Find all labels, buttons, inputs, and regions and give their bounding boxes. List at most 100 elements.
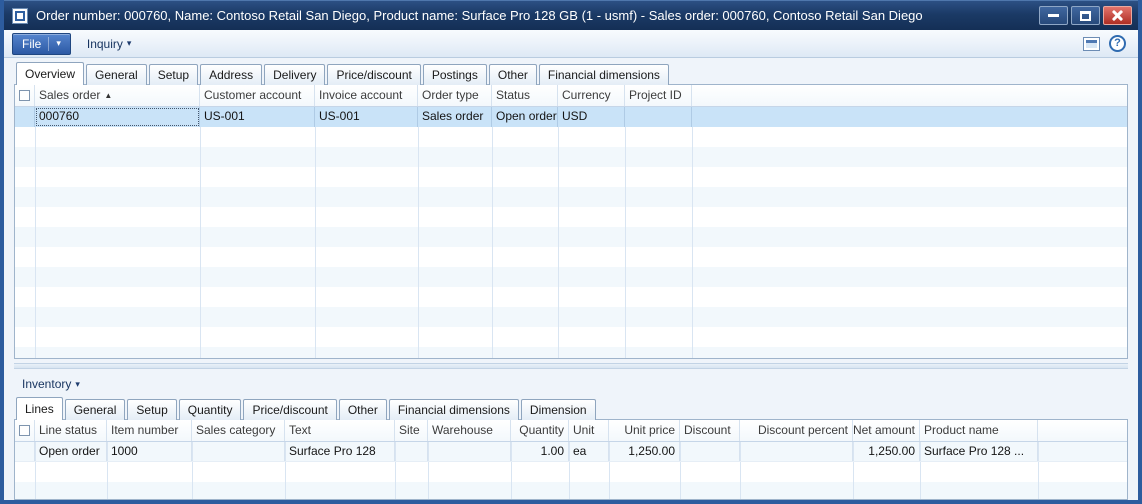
column-header-unit[interactable]: Unit: [569, 420, 609, 441]
cell-sales-category[interactable]: [192, 442, 285, 461]
close-button[interactable]: [1103, 6, 1132, 25]
tab-delivery[interactable]: Delivery: [264, 64, 326, 85]
cell-site[interactable]: [395, 442, 428, 461]
cell-line-status[interactable]: Open order: [35, 442, 107, 461]
tab-price-discount[interactable]: Price/discount: [327, 64, 421, 85]
sales-orders-grid-header: Sales order ▲ Customer account Invoice a…: [15, 85, 1127, 107]
tab-postings[interactable]: Postings: [422, 64, 487, 85]
column-header-unit-price[interactable]: Unit price: [609, 420, 680, 441]
menu-bar: File ▾ Inquiry ▾ ?: [4, 30, 1138, 58]
file-menu-button[interactable]: File ▾: [12, 32, 71, 55]
tab-financial-dimensions[interactable]: Financial dimensions: [538, 64, 669, 85]
help-icon[interactable]: ?: [1109, 35, 1126, 52]
lines-toolbar: Inventory ▾: [14, 376, 1128, 392]
tab-lines-general[interactable]: General: [64, 399, 126, 420]
cell-discount[interactable]: [680, 442, 740, 461]
tab-setup[interactable]: Setup: [148, 64, 199, 85]
tab-lines-dimension[interactable]: Dimension: [520, 399, 596, 420]
lines-tab-strip: Lines General Setup Quantity Price/disco…: [14, 397, 1128, 420]
cell-status[interactable]: Open order: [492, 107, 558, 127]
cell-item-number[interactable]: 1000: [107, 442, 192, 461]
inventory-menu-label: Inventory: [22, 377, 72, 391]
column-header-sales-category[interactable]: Sales category: [192, 420, 285, 441]
order-line-row[interactable]: Open order 1000 Surface Pro 128 1.00 ea …: [15, 442, 1127, 462]
column-header-discount[interactable]: Discount: [680, 420, 740, 441]
select-all-cell: [15, 420, 35, 441]
column-header-item-number[interactable]: Item number: [107, 420, 192, 441]
pane-splitter[interactable]: [14, 363, 1128, 369]
cell-project-id[interactable]: [625, 107, 692, 127]
select-all-checkbox[interactable]: [19, 425, 30, 436]
form-content: Overview General Setup Address Delivery …: [4, 58, 1138, 500]
tab-lines[interactable]: Lines: [16, 397, 63, 420]
app-window: Order number: 000760, Name: Contoso Reta…: [0, 0, 1142, 504]
tab-general[interactable]: General: [86, 64, 147, 85]
order-lines-grid-header: Line status Item number Sales category T…: [15, 420, 1127, 442]
column-header-project-id[interactable]: Project ID: [625, 85, 692, 106]
inquiry-menu-button[interactable]: Inquiry ▾: [87, 37, 132, 51]
cell-warehouse[interactable]: [428, 442, 511, 461]
cell-text[interactable]: Surface Pro 128: [285, 442, 395, 461]
window-title: Order number: 000760, Name: Contoso Reta…: [36, 8, 923, 23]
maximize-button[interactable]: [1071, 6, 1100, 25]
column-header-net-amount[interactable]: Net amount: [853, 420, 920, 441]
column-header-text[interactable]: Text: [285, 420, 395, 441]
inquiry-menu-label: Inquiry: [86, 36, 123, 51]
maximize-icon: [1080, 10, 1091, 21]
select-all-checkbox[interactable]: [19, 90, 30, 101]
column-header-filler: [1038, 420, 1127, 441]
file-menu-label: File: [22, 36, 42, 51]
column-header-line-status[interactable]: Line status: [35, 420, 107, 441]
column-header-invoice-account[interactable]: Invoice account: [315, 85, 418, 106]
cell-unit[interactable]: ea: [569, 442, 609, 461]
cell-unit-price[interactable]: 1,250.00: [609, 442, 680, 461]
layout-icon[interactable]: [1083, 36, 1100, 51]
column-header-warehouse[interactable]: Warehouse: [428, 420, 511, 441]
select-all-cell: [15, 85, 35, 106]
cell-discount-percent[interactable]: [740, 442, 853, 461]
row-select-cell[interactable]: [15, 107, 35, 127]
column-header-order-type[interactable]: Order type: [418, 85, 492, 106]
column-header-product-name[interactable]: Product name: [920, 420, 1038, 441]
cell-sales-order[interactable]: 000760: [35, 107, 200, 127]
minimize-icon: [1048, 14, 1059, 17]
tab-lines-price-discount[interactable]: Price/discount: [243, 399, 337, 420]
cell-product-name[interactable]: Surface Pro 128 ...: [920, 442, 1038, 461]
tab-lines-other[interactable]: Other: [338, 399, 387, 420]
column-header-site[interactable]: Site: [395, 420, 428, 441]
column-header-label: Sales order: [39, 88, 101, 102]
tab-lines-quantity[interactable]: Quantity: [178, 399, 242, 420]
column-header-discount-percent[interactable]: Discount percent: [740, 420, 853, 441]
order-lines-grid-body: Open order 1000 Surface Pro 128 1.00 ea …: [15, 442, 1127, 499]
close-icon: [1111, 10, 1124, 21]
row-select-cell[interactable]: [15, 442, 35, 461]
column-header-customer-account[interactable]: Customer account: [200, 85, 315, 106]
cell-quantity[interactable]: 1.00: [511, 442, 569, 461]
menubar-right-icons: ?: [1083, 35, 1130, 52]
cell-invoice-account[interactable]: US-001: [315, 107, 418, 127]
order-lines-grid: Line status Item number Sales category T…: [14, 419, 1128, 500]
sort-ascending-icon: ▲: [104, 91, 113, 100]
inventory-menu-button[interactable]: Inventory ▾: [22, 377, 80, 391]
tab-address[interactable]: Address: [200, 64, 263, 85]
tab-lines-financial-dimensions[interactable]: Financial dimensions: [388, 399, 519, 420]
cell-currency[interactable]: USD: [558, 107, 625, 127]
sales-order-row[interactable]: 000760 US-001 US-001 Sales order Open or…: [15, 107, 1127, 127]
chevron-down-icon: ▾: [75, 378, 80, 389]
cell-customer-account[interactable]: US-001: [200, 107, 315, 127]
sales-orders-grid-body: 000760 US-001 US-001 Sales order Open or…: [15, 107, 1127, 358]
column-header-quantity[interactable]: Quantity: [511, 420, 569, 441]
column-header-currency[interactable]: Currency: [558, 85, 625, 106]
tab-overview[interactable]: Overview: [16, 62, 85, 85]
grid-background: [15, 107, 1127, 358]
cell-order-type[interactable]: Sales order: [418, 107, 492, 127]
column-header-status[interactable]: Status: [492, 85, 558, 106]
app-icon-glyph: [15, 10, 25, 21]
column-header-sales-order[interactable]: Sales order ▲: [35, 85, 200, 106]
minimize-button[interactable]: [1039, 6, 1068, 25]
cell-net-amount[interactable]: 1,250.00: [853, 442, 920, 461]
tab-other[interactable]: Other: [488, 64, 537, 85]
tab-lines-setup[interactable]: Setup: [127, 399, 177, 420]
column-header-filler: [692, 85, 1127, 106]
file-button-divider: [48, 36, 50, 51]
